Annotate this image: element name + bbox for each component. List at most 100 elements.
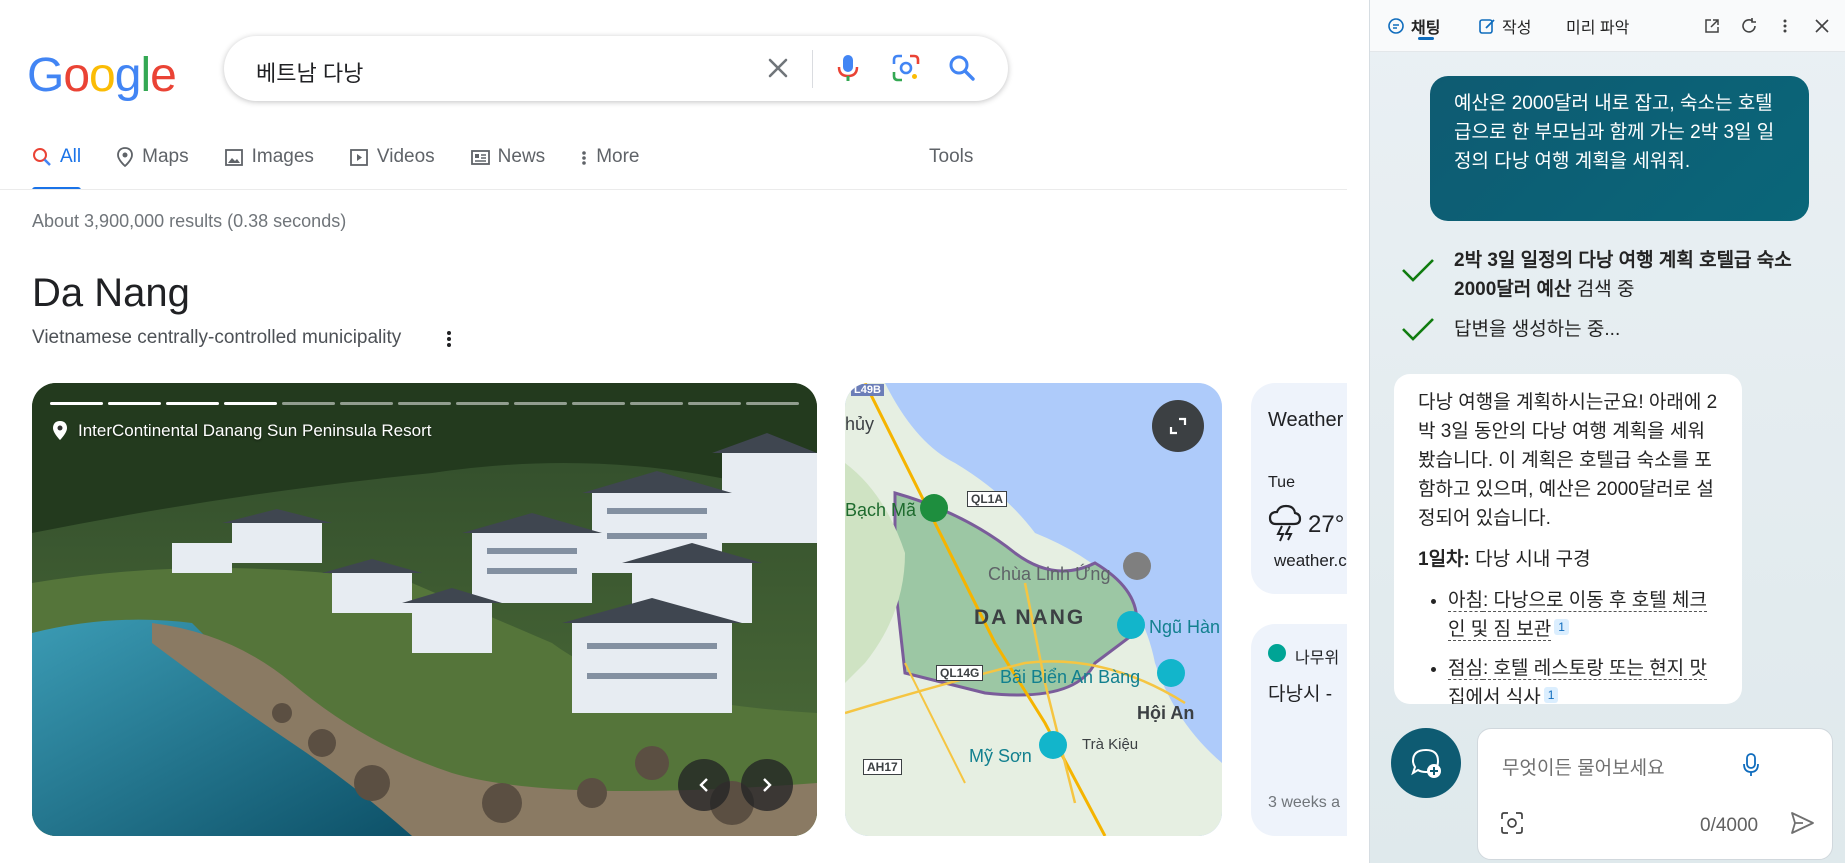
list-item: 점심: 호텔 레스토랑 또는 현지 맛집에서 식사1 (1448, 654, 1718, 704)
progress-status: 답변을 생성하는 중... (1454, 319, 1621, 340)
entity-map[interactable]: L49B hủy Bạch Mã QL1A Chùa Linh Ứng DA N… (845, 383, 1222, 836)
citation-badge[interactable]: 1 (1554, 619, 1569, 635)
logo-letter: G (27, 49, 64, 102)
tab-label: More (596, 146, 640, 167)
source-favicon-icon (1268, 644, 1286, 662)
refresh-icon[interactable] (1738, 15, 1760, 37)
map-label: L49B (851, 384, 884, 396)
search-box[interactable]: 베트남 다낭 (224, 36, 1008, 101)
map-label: Chùa Linh Ứng (988, 564, 1111, 584)
chat-icon (1388, 18, 1404, 34)
weather-day: Tue (1268, 474, 1295, 491)
progress-segment (746, 402, 799, 405)
progress-segment (514, 402, 567, 405)
tab-label: 채팅 (1411, 20, 1441, 37)
search-input[interactable]: 베트남 다낭 (256, 56, 363, 88)
checkmark-icon (1402, 259, 1434, 282)
tab-more[interactable]: More (580, 146, 639, 190)
progress-generating: 답변을 생성하는 중... (1400, 315, 1620, 345)
next-photo-button[interactable] (741, 759, 793, 811)
weather-source: weather.c (1274, 551, 1347, 570)
checkmark-icon (1402, 318, 1434, 341)
logo-letter: l (140, 49, 151, 102)
tab-videos[interactable]: Videos (349, 146, 435, 190)
logo-letter: g (114, 49, 142, 102)
video-icon (350, 149, 368, 166)
map-label: Ngũ Hàn (1149, 617, 1221, 637)
tab-label: Images (251, 146, 314, 167)
map-pin-icon (117, 147, 134, 168)
clear-icon[interactable] (760, 50, 796, 86)
search-icon[interactable] (944, 50, 980, 86)
answer-item-label[interactable]: 아침 (1448, 590, 1483, 612)
expand-icon (1169, 417, 1187, 435)
lens-icon[interactable] (888, 50, 924, 86)
tab-label: News (497, 146, 546, 167)
tab-insights[interactable]: 미리 파악 (1566, 14, 1629, 38)
chevron-left-icon (699, 778, 708, 792)
map-label: QL14G (936, 665, 984, 681)
list-item: 아침: 다낭으로 이동 후 호텔 체크인 및 짐 보관1 (1448, 586, 1718, 644)
map-label: AH17 (863, 759, 902, 775)
progress-segment (456, 402, 509, 405)
tab-images[interactable]: Images (224, 146, 314, 190)
search-tabs: All Maps Images Videos News More (32, 146, 674, 190)
tab-news[interactable]: News (470, 146, 546, 190)
answer-day-label: 1일차: (1418, 549, 1470, 570)
tab-compose[interactable]: 작성 (1478, 14, 1531, 38)
microphone-icon[interactable] (830, 50, 866, 86)
carousel-progress (50, 402, 799, 405)
tools-button[interactable]: Tools (929, 146, 973, 168)
answer-item-text[interactable]: : 다낭으로 이동 후 호텔 체크인 및 짐 보관 (1448, 590, 1707, 641)
citation-badge[interactable]: 1 (1543, 687, 1559, 703)
tab-chat[interactable]: 채팅 (1387, 14, 1440, 38)
progress-segment (108, 402, 161, 405)
new-chat-icon (1411, 748, 1441, 778)
tab-all[interactable]: All (32, 146, 82, 190)
progress-segment (166, 402, 219, 405)
answer-item-text[interactable]: : 호텔 레스토랑 또는 현지 맛집에서 식사 (1448, 658, 1707, 704)
progress-segment (340, 402, 393, 405)
tabs-divider (0, 189, 1347, 190)
chat-input[interactable]: 무엇이든 물어보세요 (1502, 753, 1665, 780)
map-label: DA NANG (974, 606, 1086, 629)
copilot-header: 채팅 작성 미리 파악 (1370, 0, 1845, 52)
active-tab-indicator (1418, 37, 1434, 40)
tab-maps[interactable]: Maps (116, 146, 189, 190)
more-vertical-icon[interactable] (443, 327, 455, 351)
chat-composer[interactable]: 무엇이든 물어보세요 0/4000 (1477, 728, 1833, 860)
progress-segment (50, 402, 103, 405)
result-stats: About 3,900,000 results (0.38 seconds) (32, 211, 347, 231)
user-message: 예산은 2000달러 내로 잡고, 숙소는 호텔급으로 한 부모님과 함께 가는… (1430, 76, 1809, 221)
photo-caption-text: InterContinental Danang Sun Peninsula Re… (78, 421, 432, 440)
weather-title: Weather (1268, 409, 1344, 431)
answer-item-label[interactable]: 점심 (1448, 658, 1483, 680)
more-vertical-icon (582, 151, 586, 165)
google-logo[interactable]: Google (27, 48, 177, 103)
screenshot-icon[interactable] (1498, 809, 1526, 837)
weather-card[interactable]: Weather Tue 27° weather.c (1251, 383, 1347, 594)
news-source: 나무위 (1295, 650, 1340, 667)
tab-label: All (60, 146, 82, 167)
new-topic-button[interactable] (1391, 728, 1461, 798)
image-icon (224, 149, 243, 166)
entity-photo-carousel[interactable]: InterContinental Danang Sun Peninsula Re… (32, 383, 817, 836)
news-card[interactable]: 나무위 다낭시 - 3 weeks a (1251, 624, 1347, 836)
send-icon[interactable] (1788, 809, 1816, 837)
expand-map-button[interactable] (1152, 400, 1204, 452)
answer-intro: 다낭 여행을 계획하시는군요! 아래에 2박 3일 동안의 다낭 여행 계획을 … (1418, 392, 1718, 529)
answer-day1: 1일차: 다낭 시내 구경 (1418, 545, 1718, 574)
previous-photo-button[interactable] (678, 759, 730, 811)
news-icon (470, 150, 490, 165)
map-label: Trà Kiệu (1082, 736, 1139, 753)
progress-segment (282, 402, 335, 405)
microphone-icon[interactable] (1737, 751, 1765, 779)
open-in-new-icon[interactable] (1701, 15, 1723, 37)
logo-letter: o (63, 49, 90, 102)
news-title: 다낭시 - (1268, 684, 1333, 705)
close-icon[interactable] (1811, 15, 1833, 37)
thunderstorm-icon (1268, 504, 1302, 542)
more-vertical-icon[interactable] (1774, 15, 1796, 37)
search-divider (812, 50, 813, 88)
progress-segment (630, 402, 683, 405)
